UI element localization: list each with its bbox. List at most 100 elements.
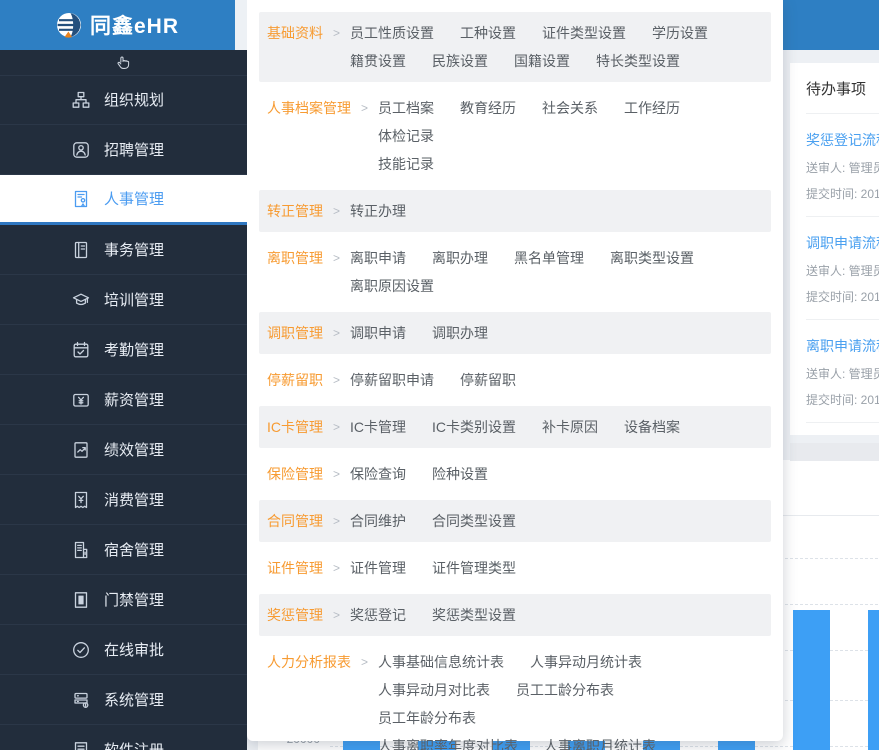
app-window: 20000 待办事项 奖惩登记流程 送审人: 管理员 提交时间: 2019 调职…	[0, 0, 879, 750]
menu-row: 转正管理 > 转正办理	[259, 190, 771, 232]
sidebar-item[interactable]: 绩效管理	[0, 425, 247, 475]
sidebar-item[interactable]: 系统管理	[0, 675, 247, 725]
menu-category[interactable]: 调职管理	[267, 319, 323, 347]
menu-link[interactable]: 教育经历	[460, 94, 516, 122]
todo-item-time: 提交时间: 2019	[806, 391, 879, 408]
sidebar-item[interactable]: 培训管理	[0, 275, 247, 325]
sidebar-item[interactable]: 人事管理	[0, 175, 247, 225]
sidebar-item[interactable]: 门禁管理	[0, 575, 247, 625]
menu-link[interactable]: 保险查询	[350, 460, 406, 488]
menu-link[interactable]: 人事异动月统计表	[530, 648, 642, 676]
todo-item-link[interactable]: 离职申请流程	[806, 336, 879, 356]
menu-link[interactable]: 调职申请	[350, 319, 406, 347]
menu-link[interactable]: 特长类型设置	[596, 47, 680, 75]
menu-link[interactable]: 员工工龄分布表	[516, 676, 614, 704]
todo-item-link[interactable]: 调职申请流程	[806, 233, 879, 253]
sidebar-item[interactable]: 招聘管理	[0, 125, 247, 175]
sidebar-item[interactable]: 薪资管理	[0, 375, 247, 425]
menu-link[interactable]: 民族设置	[432, 47, 488, 75]
menu-category[interactable]: IC卡管理	[267, 413, 323, 441]
sidebar-scrollbar[interactable]	[235, 0, 247, 50]
menu-link[interactable]: 人事离职月统计表	[544, 732, 656, 750]
menu-category[interactable]: 停薪留职	[267, 366, 323, 394]
sidebar-item-label: 考勤管理	[104, 339, 164, 360]
menu-links: 员工性质设置工种设置证件类型设置学历设置籍贯设置民族设置国籍设置特长类型设置	[350, 19, 763, 75]
menu-link[interactable]: 调职办理	[432, 319, 488, 347]
menu-link[interactable]: 学历设置	[652, 19, 708, 47]
menu-link[interactable]: 国籍设置	[514, 47, 570, 75]
menu-link[interactable]: 离职办理	[432, 244, 488, 272]
menu-link[interactable]: 停薪留职申请	[350, 366, 434, 394]
menu-link[interactable]: 员工性质设置	[350, 19, 434, 47]
sidebar-item[interactable]: 组织规划	[0, 75, 247, 125]
menu-category[interactable]: 离职管理	[267, 244, 323, 272]
menu-category[interactable]: 基础资料	[267, 19, 323, 47]
menu-link[interactable]: 体检记录	[378, 122, 434, 150]
menu-link-line: 人事异动月对比表员工工龄分布表员工年龄分布表	[378, 676, 763, 732]
menu-link[interactable]: IC卡管理	[350, 413, 406, 441]
menu-link[interactable]: 合同类型设置	[432, 507, 516, 535]
menu-link[interactable]: 证件管理	[350, 554, 406, 582]
menu-link[interactable]: 证件类型设置	[542, 19, 626, 47]
menu-link[interactable]: 黑名单管理	[514, 244, 584, 272]
menu-category[interactable]: 转正管理	[267, 197, 323, 225]
menu-link[interactable]: 籍贯设置	[350, 47, 406, 75]
sidebar-item[interactable]: 在线审批	[0, 625, 247, 675]
menu-link[interactable]: 员工档案	[378, 94, 434, 122]
sidebar-item-label: 在线审批	[104, 639, 164, 660]
sidebar-item[interactable]: 事务管理	[0, 225, 247, 275]
chevron-icon: >	[333, 460, 340, 488]
menu-link[interactable]: 工作经历	[624, 94, 680, 122]
menu-link[interactable]: 人事离职率年度对比表	[378, 732, 518, 750]
sidebar-item[interactable]: 宿舍管理	[0, 525, 247, 575]
section-header-strip	[790, 443, 879, 461]
menu-link[interactable]: 补卡原因	[542, 413, 598, 441]
menu-link[interactable]: 技能记录	[378, 150, 434, 178]
menu-category[interactable]: 合同管理	[267, 507, 323, 535]
menu-row: 合同管理 > 合同维护合同类型设置	[259, 500, 771, 542]
menu-link[interactable]: 险种设置	[432, 460, 488, 488]
menu-category[interactable]: 奖惩管理	[267, 601, 323, 629]
menu-category[interactable]: 保险管理	[267, 460, 323, 488]
menu-link[interactable]: 员工年龄分布表	[378, 704, 476, 732]
chevron-icon: >	[333, 507, 340, 535]
sidebar-item-label: 人事管理	[104, 188, 164, 209]
menu-link[interactable]: 设备档案	[624, 413, 680, 441]
menu-links: 保险查询险种设置	[350, 460, 763, 488]
menu-link[interactable]: 人事基础信息统计表	[378, 648, 504, 676]
menu-link[interactable]: 证件管理类型	[432, 554, 516, 582]
sidebar-collapse-button[interactable]	[0, 50, 247, 76]
menu-link[interactable]: 离职类型设置	[610, 244, 694, 272]
todo-item-link[interactable]: 奖惩登记流程	[806, 130, 879, 150]
menu-row: 人力分析报表 > 人事基础信息统计表人事异动月统计表人事异动月对比表员工工龄分布…	[259, 641, 771, 750]
personnel-menu-flyout: 基础资料 > 员工性质设置工种设置证件类型设置学历设置籍贯设置民族设置国籍设置特…	[247, 0, 783, 741]
approval-check-icon	[72, 641, 90, 659]
menu-link[interactable]: 离职申请	[350, 244, 406, 272]
menu-link[interactable]: 合同维护	[350, 507, 406, 535]
menu-category[interactable]: 人力分析报表	[267, 648, 351, 676]
todo-item: 调职申请流程 送审人: 管理员 提交时间: 2019	[806, 217, 879, 320]
sidebar-item-label: 软件注册	[104, 739, 164, 750]
menu-link[interactable]: 人事异动月对比表	[378, 676, 490, 704]
sidebar-item[interactable]: 消费管理	[0, 475, 247, 525]
menu-link[interactable]: IC卡类别设置	[432, 413, 516, 441]
menu-link[interactable]: 奖惩登记	[350, 601, 406, 629]
sidebar-item[interactable]: 考勤管理	[0, 325, 247, 375]
menu-link[interactable]: 停薪留职	[460, 366, 516, 394]
menu-link[interactable]: 奖惩类型设置	[432, 601, 516, 629]
menu-links: 员工档案教育经历社会关系工作经历体检记录技能记录	[378, 94, 763, 178]
sidebar-item-label: 宿舍管理	[104, 539, 164, 560]
todo-panel: 待办事项 奖惩登记流程 送审人: 管理员 提交时间: 2019 调职申请流程 送…	[790, 63, 879, 435]
sidebar-item[interactable]: 软件注册	[0, 725, 247, 750]
menu-link[interactable]: 转正办理	[350, 197, 406, 225]
consumption-receipt-icon	[72, 491, 90, 509]
menu-link-line: 离职原因设置	[350, 272, 763, 300]
menu-row: 基础资料 > 员工性质设置工种设置证件类型设置学历设置籍贯设置民族设置国籍设置特…	[259, 12, 771, 82]
menu-category[interactable]: 证件管理	[267, 554, 323, 582]
menu-category[interactable]: 人事档案管理	[267, 94, 351, 122]
menu-link[interactable]: 工种设置	[460, 19, 516, 47]
menu-link[interactable]: 离职原因设置	[350, 272, 434, 300]
menu-link[interactable]: 社会关系	[542, 94, 598, 122]
app-logo: 同鑫eHR	[0, 0, 235, 50]
menu-links: 奖惩登记奖惩类型设置	[350, 601, 763, 629]
